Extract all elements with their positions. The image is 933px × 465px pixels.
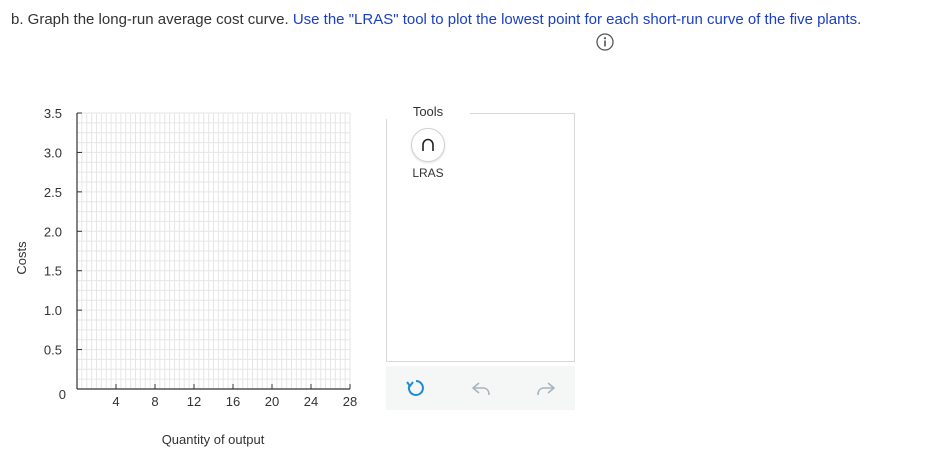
graph-grid [76, 112, 351, 390]
y-axis-label: Costs [14, 241, 29, 275]
lras-tool-button[interactable] [411, 128, 445, 162]
y-tick-label: 3.5 [44, 106, 62, 121]
x-tick-label: 20 [265, 394, 279, 409]
y-tick-label: 1.0 [44, 303, 62, 318]
info-icon[interactable] [595, 32, 615, 52]
redo-button[interactable] [534, 376, 558, 400]
x-tick-label: 28 [343, 394, 357, 409]
x-axis-label: Quantity of output [162, 432, 265, 447]
cost-graph[interactable]: 4 8 12 16 20 24 28 0.5 1.0 1.5 2.0 2.5 3.0 3.5 0 Costs… [0, 0, 380, 465]
x-tick-label: 16 [226, 394, 240, 409]
x-tick-label: 4 [112, 394, 119, 409]
redo-icon [537, 382, 555, 396]
x-tick-label: 12 [187, 394, 201, 409]
reset-icon [406, 380, 424, 396]
y-tick-label: 2.0 [44, 224, 62, 239]
x-tick-label: 8 [151, 394, 158, 409]
y-tick-label: 2.5 [44, 185, 62, 200]
x-tick-label: 24 [304, 394, 318, 409]
reset-button[interactable] [404, 376, 428, 400]
question-container: b. Graph the long-run average cost curve… [0, 0, 933, 465]
action-bar [386, 366, 575, 410]
origin-label: 0 [59, 387, 66, 402]
tick-labels: 4 8 12 16 20 24 28 0.5 1.0 1.5 2.0 2.5 3.0 3.5 0 [44, 106, 357, 409]
undo-icon [472, 382, 490, 396]
y-tick-label: 1.5 [44, 264, 62, 279]
y-tick-label: 0.5 [44, 343, 62, 358]
undo-button[interactable] [469, 376, 493, 400]
tools-title: Tools [386, 104, 470, 119]
arch-curve-icon [422, 138, 434, 151]
y-tick-label: 3.0 [44, 145, 62, 160]
lras-tool-label: LRAS [412, 166, 444, 180]
